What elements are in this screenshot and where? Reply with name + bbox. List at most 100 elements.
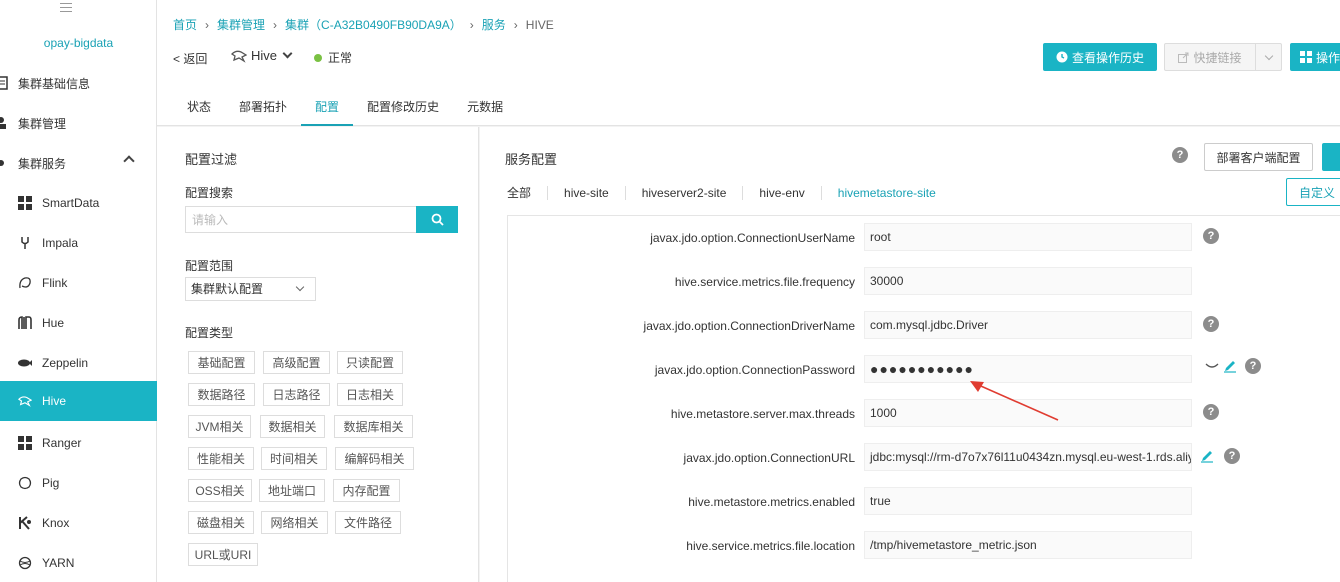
- operations-button[interactable]: 操作: [1290, 43, 1340, 71]
- type-tag[interactable]: 编解码相关: [335, 447, 414, 470]
- type-tag[interactable]: URL或URI: [188, 543, 258, 566]
- sidebar-item-smartdata[interactable]: SmartData: [0, 183, 157, 223]
- help-icon[interactable]: ?: [1203, 228, 1219, 244]
- service-config-panel: 服务配置 ? 部署客户端配置 全部 hive-site hiveserver2-…: [480, 127, 1340, 582]
- config-search-input[interactable]: [185, 206, 416, 233]
- sidebar-item-impala[interactable]: Impala: [0, 223, 157, 263]
- subtab-all[interactable]: 全部: [507, 186, 549, 200]
- help-icon[interactable]: ?: [1245, 358, 1261, 374]
- type-tag[interactable]: 磁盘相关: [188, 511, 254, 534]
- search-button[interactable]: [416, 206, 458, 233]
- sidebar-item-cluster-services[interactable]: 集群服务: [0, 143, 157, 183]
- config-value-field[interactable]: jdbc:mysql://rm-d7o7x76l11u0434zn.mysql.…: [864, 443, 1192, 471]
- subtab-hivemetastore-site[interactable]: hivemetastore-site: [838, 186, 952, 200]
- type-tag[interactable]: OSS相关: [188, 479, 252, 502]
- config-file-tabs: 全部 hive-site hiveserver2-site hive-env h…: [507, 186, 968, 200]
- type-tag[interactable]: 内存配置: [333, 479, 400, 502]
- breadcrumb-current: HIVE: [525, 18, 554, 32]
- type-tag[interactable]: 数据路径: [188, 383, 255, 406]
- tab-config-history[interactable]: 配置修改历史: [353, 88, 453, 126]
- sidebar-item-cluster-info[interactable]: 集群基础信息: [0, 63, 157, 103]
- config-value-field[interactable]: /tmp/hivemetastore_metric.json: [864, 531, 1192, 559]
- type-tag[interactable]: 只读配置: [337, 351, 403, 374]
- chevron-up-icon[interactable]: [123, 155, 135, 167]
- sidebar-item-hive[interactable]: Hive: [0, 381, 157, 421]
- help-icon[interactable]: ?: [1203, 316, 1219, 332]
- sidebar-item-flink[interactable]: Flink: [0, 263, 157, 303]
- config-value-field[interactable]: 30000: [864, 267, 1192, 295]
- edit-icon[interactable]: [1200, 449, 1214, 463]
- quick-link-dropdown[interactable]: [1255, 43, 1282, 71]
- edit-icon[interactable]: [1223, 359, 1237, 373]
- quick-link-button[interactable]: 快捷链接: [1164, 43, 1256, 71]
- view-history-button[interactable]: 查看操作历史: [1043, 43, 1157, 71]
- pig-icon: [18, 476, 32, 490]
- yarn-icon: [18, 556, 32, 570]
- sidebar-item-zeppelin[interactable]: Zeppelin: [0, 343, 157, 383]
- menu-toggle-icon[interactable]: [60, 3, 72, 13]
- sidebar-item-label: Ranger: [42, 436, 82, 450]
- save-config-button[interactable]: [1322, 143, 1340, 171]
- scope-label: 配置范围: [185, 259, 234, 273]
- deploy-client-config-button[interactable]: 部署客户端配置: [1204, 143, 1313, 171]
- type-tag[interactable]: 性能相关: [188, 447, 254, 470]
- tab-topology[interactable]: 部署拓扑: [225, 88, 301, 126]
- grid-icon: [18, 436, 32, 450]
- breadcrumb-cluster[interactable]: 集群（C-A32B0490FB90DA9A）: [285, 18, 462, 32]
- service-selector[interactable]: Hive: [231, 48, 293, 63]
- sidebar-item-cluster-mgmt[interactable]: 集群管理: [0, 103, 157, 143]
- hive-icon: [231, 49, 247, 63]
- config-row: javax.jdo.option.ConnectionPassword ●●●●…: [508, 348, 1340, 392]
- sidebar-item-label: Pig: [42, 476, 60, 490]
- sidebar-item-yarn[interactable]: YARN: [0, 543, 157, 582]
- eye-closed-icon[interactable]: [1205, 361, 1219, 371]
- type-tag[interactable]: 网络相关: [261, 511, 328, 534]
- type-tag[interactable]: 地址端口: [259, 479, 325, 502]
- scope-select[interactable]: 集群默认配置: [185, 277, 316, 301]
- breadcrumb-home[interactable]: 首页: [173, 18, 197, 32]
- type-tag[interactable]: 日志路径: [263, 383, 330, 406]
- type-tag[interactable]: 文件路径: [335, 511, 401, 534]
- breadcrumb-service[interactable]: 服务: [482, 18, 506, 32]
- sidebar-item-ranger[interactable]: Ranger: [0, 423, 157, 463]
- config-row: hive.metastore.metrics.enabled true: [508, 480, 1340, 524]
- type-tag[interactable]: 基础配置: [188, 351, 255, 374]
- type-tag[interactable]: JVM相关: [188, 415, 251, 438]
- tab-metadata[interactable]: 元数据: [453, 88, 517, 126]
- sidebar-item-pig[interactable]: Pig: [0, 463, 157, 503]
- tab-status[interactable]: 状态: [173, 88, 225, 126]
- subtab-hive-env[interactable]: hive-env: [759, 186, 822, 200]
- status-text: 正常: [328, 51, 353, 65]
- back-link[interactable]: < 返回: [173, 50, 207, 67]
- type-tag[interactable]: 数据库相关: [334, 415, 413, 438]
- service-name: Hive: [251, 48, 278, 63]
- sidebar-item-label: Flink: [42, 276, 68, 290]
- cluster-name[interactable]: opay-bigdata: [0, 36, 157, 50]
- config-row: hive.service.metrics.file.frequency 3000…: [508, 260, 1340, 304]
- config-value-field[interactable]: true: [864, 487, 1192, 515]
- help-icon[interactable]: ?: [1224, 448, 1240, 464]
- type-tag[interactable]: 高级配置: [263, 351, 330, 374]
- sidebar-item-knox[interactable]: Knox: [0, 503, 157, 543]
- annotation-arrow-icon: [970, 381, 1059, 421]
- filter-title: 配置过滤: [185, 152, 238, 167]
- custom-config-button[interactable]: 自定义: [1286, 178, 1340, 206]
- breadcrumb-cluster-mgmt[interactable]: 集群管理: [217, 18, 265, 32]
- config-value-field[interactable]: com.mysql.jdbc.Driver: [864, 311, 1192, 339]
- help-icon[interactable]: ?: [1172, 147, 1188, 163]
- type-tag[interactable]: 时间相关: [261, 447, 327, 470]
- help-icon[interactable]: ?: [1203, 404, 1219, 420]
- service-tabs: 状态 部署拓扑 配置 配置修改历史 元数据: [157, 88, 517, 126]
- config-row: hive.service.metrics.file.location /tmp/…: [508, 524, 1340, 568]
- subtab-hive-site[interactable]: hive-site: [564, 186, 626, 200]
- password-field[interactable]: ●●●●●●●●●●●: [864, 355, 1192, 383]
- tab-config[interactable]: 配置: [301, 88, 354, 126]
- config-key: hive.metastore.metrics.enabled: [688, 495, 855, 509]
- subtab-hiveserver2-site[interactable]: hiveserver2-site: [642, 186, 744, 200]
- type-tag[interactable]: 数据相关: [260, 415, 325, 438]
- config-key: hive.metastore.server.max.threads: [670, 407, 855, 421]
- cluster-info-icon: [0, 76, 10, 90]
- type-tag[interactable]: 日志相关: [337, 383, 403, 406]
- sidebar-item-hue[interactable]: Hue: [0, 303, 157, 343]
- config-value-field[interactable]: root: [864, 223, 1192, 251]
